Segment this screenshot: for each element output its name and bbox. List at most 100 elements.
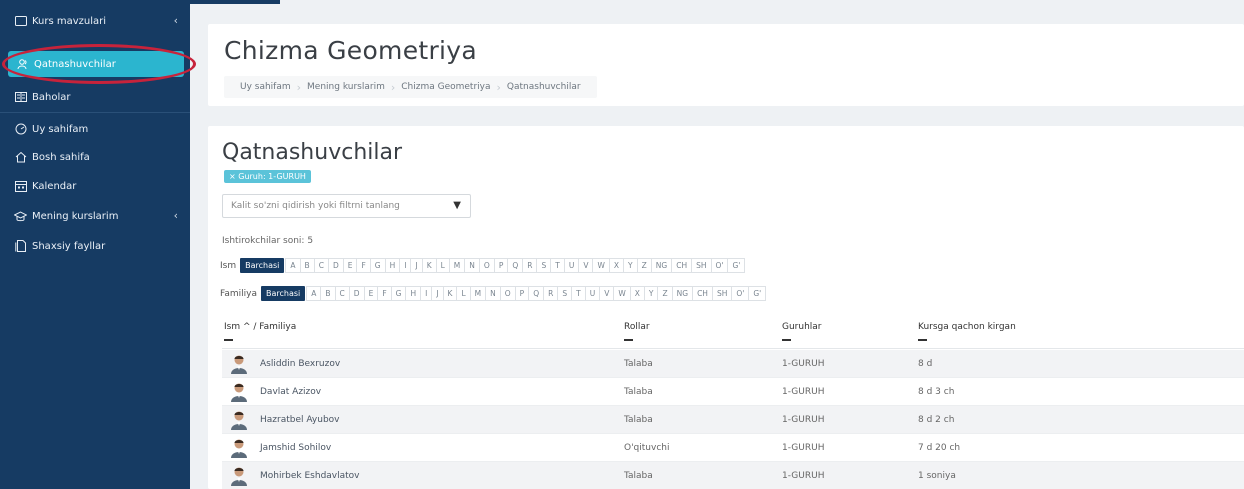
breadcrumb-item-participants[interactable]: Qatnashuvchilar: [501, 82, 587, 92]
last-name-initial-button[interactable]: SH: [711, 286, 733, 301]
participant-role[interactable]: Talaba: [624, 415, 653, 425]
last-name-initial-button[interactable]: Q: [528, 286, 545, 301]
first-name-initial-button[interactable]: K: [421, 258, 437, 273]
column-header-joined[interactable]: Kursga qachon kirgan: [918, 322, 1016, 341]
first-name-initial-button[interactable]: R: [522, 258, 538, 273]
first-name-initial-button[interactable]: F: [356, 258, 371, 273]
last-name-initial-button[interactable]: C: [334, 286, 350, 301]
first-name-initial-button[interactable]: W: [592, 258, 610, 273]
last-name-all-button[interactable]: Barchasi: [260, 286, 306, 301]
first-name-all-button[interactable]: Barchasi: [240, 258, 285, 273]
participant-role[interactable]: Talaba: [624, 359, 653, 369]
column-header-groups[interactable]: Guruhlar: [782, 322, 822, 341]
participant-name-link[interactable]: Jamshid Sohilov: [260, 443, 331, 453]
chevron-left-icon[interactable]: ‹: [174, 209, 178, 222]
first-name-initial-button[interactable]: O': [710, 258, 729, 273]
first-name-initial-button[interactable]: C: [313, 258, 329, 273]
avatar[interactable]: [230, 466, 248, 486]
sidebar-item-course-topics[interactable]: Kurs mavzulari ‹: [0, 8, 190, 34]
sidebar-item-calendar[interactable]: Kalendar: [0, 173, 190, 199]
column-header-name[interactable]: Ism ^ / Familiya: [224, 322, 296, 341]
last-name-initial-button[interactable]: D: [348, 286, 365, 301]
participant-role[interactable]: Talaba: [624, 471, 653, 481]
last-name-initial-button[interactable]: M: [469, 286, 487, 301]
first-name-initial-button[interactable]: P: [493, 258, 509, 273]
last-name-initial-button[interactable]: Z: [657, 286, 673, 301]
first-name-initial-button[interactable]: Z: [636, 258, 652, 273]
first-name-initial-button[interactable]: B: [299, 258, 315, 273]
group-filter-badge[interactable]: × Guruh: 1-GURUH: [224, 170, 311, 183]
participant-name-link[interactable]: Davlat Azizov: [260, 387, 321, 397]
participant-group[interactable]: 1-GURUH: [782, 443, 824, 453]
first-name-initial-button[interactable]: G': [727, 258, 746, 273]
search-filter-input[interactable]: Kalit so'zni qidirish yoki filtrni tanla…: [222, 194, 471, 218]
last-name-initial-button[interactable]: U: [584, 286, 601, 301]
first-name-initial-button[interactable]: NG: [650, 258, 673, 273]
participant-group[interactable]: 1-GURUH: [782, 415, 824, 425]
last-name-initial-button[interactable]: X: [629, 286, 645, 301]
collapse-column-icon[interactable]: [624, 339, 633, 341]
last-name-initial-button[interactable]: N: [485, 286, 501, 301]
first-name-initial-button[interactable]: X: [608, 258, 625, 273]
collapse-column-icon[interactable]: [224, 339, 233, 341]
first-name-initial-button[interactable]: Q: [507, 258, 524, 273]
participant-name-link[interactable]: Hazratbel Ayubov: [260, 415, 339, 425]
breadcrumb-item-home[interactable]: Uy sahifam: [234, 82, 297, 92]
participant-group[interactable]: 1-GURUH: [782, 387, 824, 397]
last-name-initial-button[interactable]: H: [405, 286, 422, 301]
collapse-column-icon[interactable]: [782, 339, 791, 341]
sidebar-item-home[interactable]: Bosh sahifa: [0, 144, 190, 170]
first-name-initial-button[interactable]: N: [464, 258, 480, 273]
last-name-initial-button[interactable]: CH: [692, 286, 713, 301]
first-name-initial-button[interactable]: U: [563, 258, 580, 273]
last-name-initial-button[interactable]: P: [514, 286, 530, 301]
sidebar-item-private-files[interactable]: Shaxsiy fayllar: [0, 233, 190, 259]
last-name-initial-button[interactable]: O: [499, 286, 516, 301]
sidebar-item-dashboard[interactable]: Uy sahifam: [0, 116, 190, 142]
column-header-roles[interactable]: Rollar: [624, 322, 650, 341]
participant-name-link[interactable]: Asliddin Bexruzov: [260, 359, 340, 369]
first-name-initial-button[interactable]: O: [478, 258, 495, 273]
breadcrumb-item-course[interactable]: Chizma Geometriya: [395, 82, 496, 92]
last-name-initial-button[interactable]: R: [543, 286, 559, 301]
first-name-initial-button[interactable]: L: [435, 258, 450, 273]
first-name-initial-button[interactable]: CH: [671, 258, 693, 273]
first-name-initial-button[interactable]: S: [536, 258, 552, 273]
first-name-initial-button[interactable]: M: [448, 258, 466, 273]
first-name-initial-button[interactable]: D: [327, 258, 344, 273]
participant-name-link[interactable]: Mohirbek Eshdavlatov: [260, 471, 360, 481]
first-name-initial-button[interactable]: Y: [623, 258, 638, 273]
last-name-initial-button[interactable]: E: [363, 286, 379, 301]
participant-role[interactable]: Talaba: [624, 387, 653, 397]
breadcrumb-item-my-courses[interactable]: Mening kurslarim: [301, 82, 391, 92]
last-name-initial-button[interactable]: L: [456, 286, 471, 301]
last-name-initial-button[interactable]: G': [748, 286, 767, 301]
avatar[interactable]: [230, 438, 248, 458]
sidebar-item-grades[interactable]: Baholar: [0, 84, 190, 110]
last-name-initial-button[interactable]: NG: [671, 286, 694, 301]
collapse-column-icon[interactable]: [918, 339, 927, 341]
first-name-initial-button[interactable]: E: [342, 258, 358, 273]
last-name-initial-button[interactable]: T: [571, 286, 586, 301]
last-name-initial-button[interactable]: A: [306, 286, 322, 301]
participant-group[interactable]: 1-GURUH: [782, 359, 824, 369]
dropdown-arrow-icon[interactable]: ▼: [453, 200, 461, 211]
first-name-initial-button[interactable]: G: [369, 258, 386, 273]
participant-role[interactable]: O'qituvchi: [624, 443, 669, 453]
first-name-initial-button[interactable]: V: [578, 258, 594, 273]
sidebar-item-my-courses[interactable]: Mening kurslarim ‹: [0, 203, 190, 229]
last-name-initial-button[interactable]: F: [377, 286, 392, 301]
last-name-initial-button[interactable]: S: [557, 286, 573, 301]
avatar[interactable]: [230, 354, 248, 374]
chevron-left-icon[interactable]: ‹: [174, 14, 178, 27]
last-name-initial-button[interactable]: B: [320, 286, 336, 301]
last-name-initial-button[interactable]: G: [390, 286, 407, 301]
avatar[interactable]: [230, 382, 248, 402]
participant-group[interactable]: 1-GURUH: [782, 471, 824, 481]
last-name-initial-button[interactable]: O': [731, 286, 750, 301]
avatar[interactable]: [230, 410, 248, 430]
last-name-initial-button[interactable]: W: [613, 286, 631, 301]
last-name-initial-button[interactable]: V: [599, 286, 615, 301]
last-name-initial-button[interactable]: K: [442, 286, 458, 301]
first-name-initial-button[interactable]: H: [384, 258, 401, 273]
